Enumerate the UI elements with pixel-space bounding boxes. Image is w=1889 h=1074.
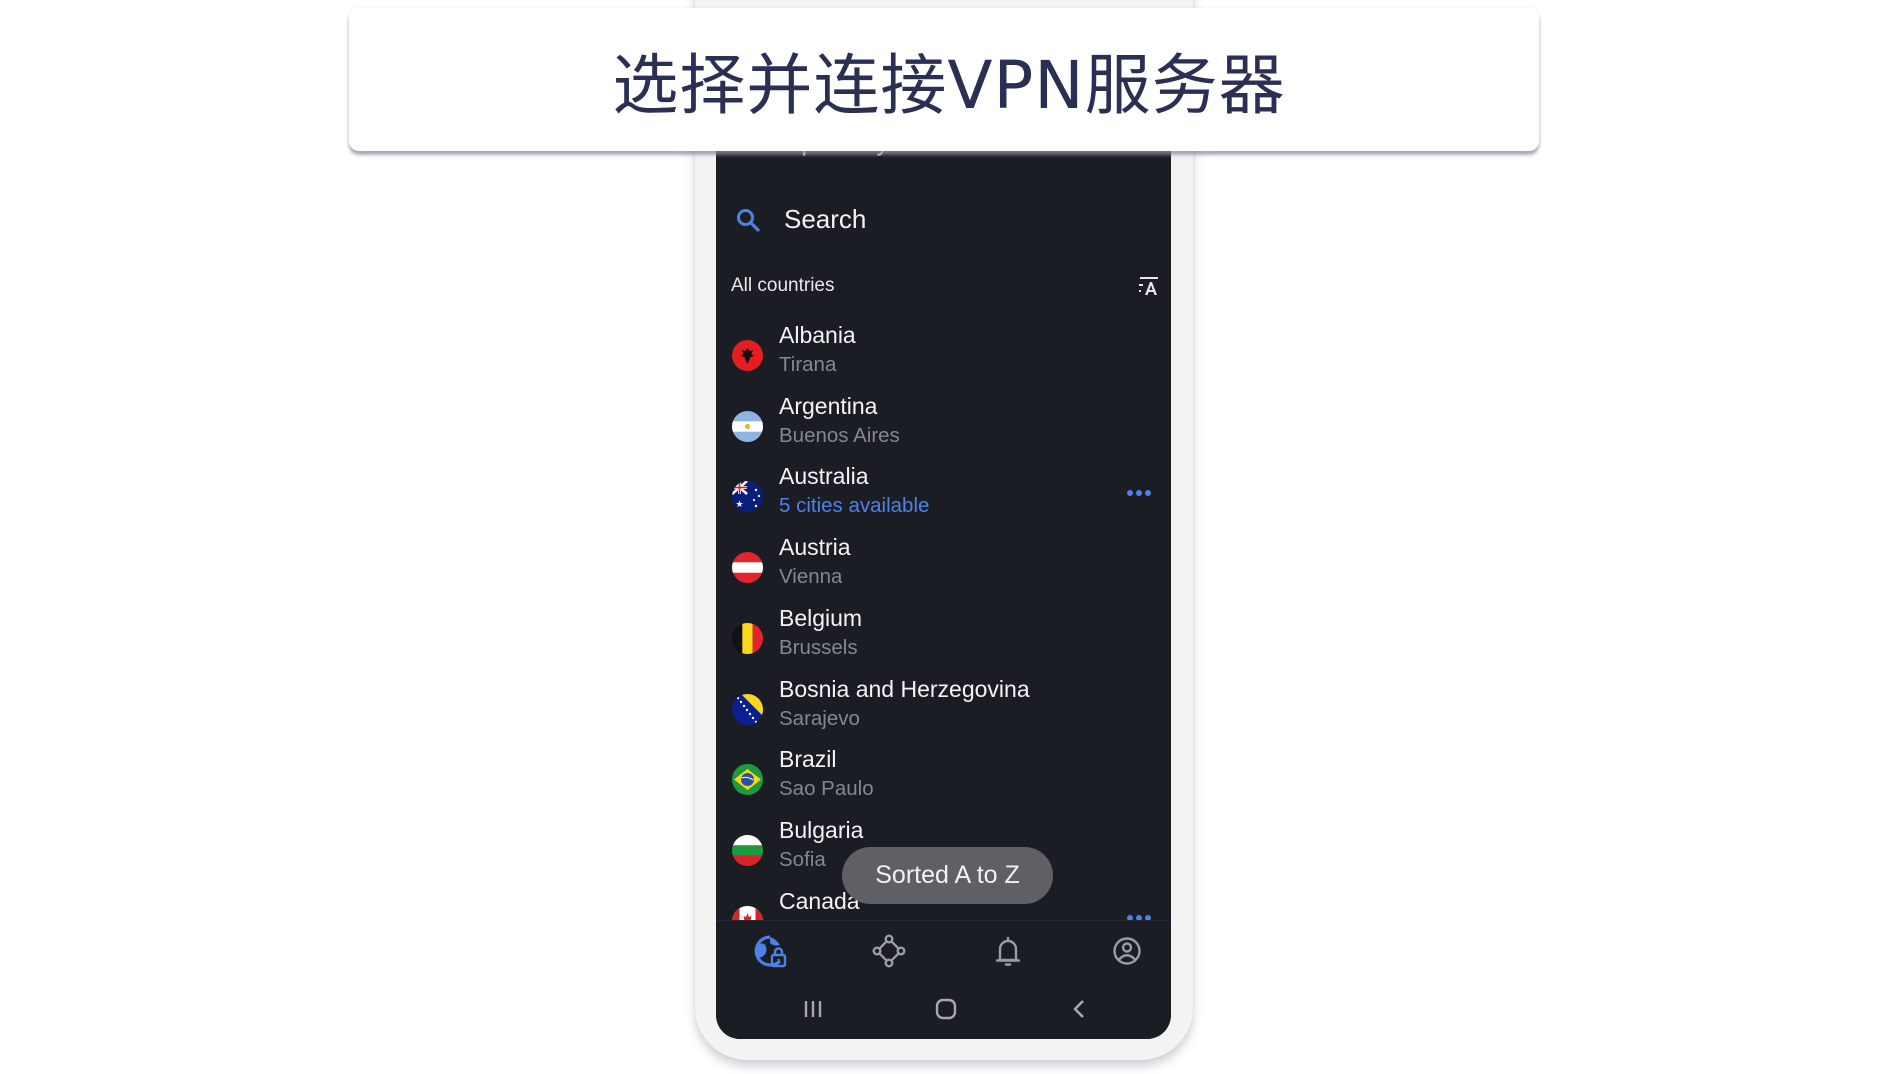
country-city: Tirana [779, 353, 837, 376]
country-row-brazil[interactable]: Brazil Sao Paulo [716, 742, 1171, 812]
country-row-argentina[interactable]: Argentina Buenos Aires [716, 389, 1171, 459]
more-options-icon[interactable] [1127, 490, 1151, 498]
nav-vpn-tab[interactable] [750, 931, 790, 971]
australia-flag-icon: ★ [732, 481, 763, 513]
austria-flag-icon [732, 552, 763, 584]
brazil-flag-icon [732, 764, 763, 796]
country-name: Austria [779, 534, 851, 561]
search-button[interactable]: Search [716, 190, 1171, 250]
nav-profile-tab[interactable] [1107, 931, 1147, 971]
country-city: Sarajevo [779, 706, 860, 730]
country-city: Sofia [779, 847, 826, 871]
country-city: Brussels [779, 635, 858, 659]
country-name: Albania [779, 322, 856, 348]
title-banner: 选择并连接VPN服务器 [349, 8, 1539, 151]
nav-meshnet-tab[interactable] [869, 931, 909, 971]
country-name: Argentina [779, 392, 878, 419]
svg-text:★: ★ [735, 499, 743, 509]
app-screen: Specialty servers Search All countries A… [716, 130, 1171, 1039]
globe-lock-icon [754, 935, 787, 968]
section-header: All countries [716, 273, 1171, 303]
country-row-australia[interactable]: ★ Australia 5 cities available [716, 459, 1171, 529]
bosnia-flag-icon [732, 693, 763, 725]
search-label: Search [784, 204, 867, 234]
section-title: All countries [731, 275, 835, 296]
sort-toast: Sorted A to Z [842, 847, 1053, 904]
belgium-flag-icon [732, 622, 763, 654]
country-name: Brazil [779, 746, 837, 773]
country-name: Belgium [779, 604, 863, 631]
country-city: Vienna [779, 565, 843, 589]
bottom-nav [716, 920, 1171, 980]
country-row-belgium[interactable]: Belgium Brussels [716, 601, 1171, 671]
nav-notifications-tab[interactable] [988, 931, 1028, 971]
country-city: Sao Paulo [779, 777, 874, 801]
profile-icon [1113, 937, 1141, 965]
country-row-austria[interactable]: Austria Vienna [716, 530, 1171, 600]
country-name: Australia [779, 463, 869, 490]
page-title: 选择并连接VPN服务器 [612, 46, 1286, 124]
albania-flag-icon [732, 340, 763, 371]
recents-icon[interactable] [798, 994, 828, 1024]
bell-icon [995, 936, 1021, 966]
system-nav-bar [716, 980, 1171, 1039]
country-name: Bulgaria [779, 816, 864, 843]
home-icon[interactable] [931, 994, 961, 1024]
search-icon [735, 207, 761, 233]
bulgaria-flag-icon [732, 834, 763, 866]
argentina-flag-icon [732, 410, 763, 442]
meshnet-icon [872, 934, 906, 968]
back-icon[interactable] [1065, 994, 1095, 1024]
sort-alphabetical-icon[interactable] [1135, 273, 1161, 299]
country-row-albania[interactable]: Albania Tirana [716, 318, 1171, 388]
cities-available-link[interactable]: 5 cities available [779, 494, 929, 518]
country-row-bosnia[interactable]: Bosnia and Herzegovina Sarajevo [716, 672, 1171, 742]
country-city: Buenos Aires [779, 423, 900, 447]
country-name: Bosnia and Herzegovina [779, 675, 1030, 702]
